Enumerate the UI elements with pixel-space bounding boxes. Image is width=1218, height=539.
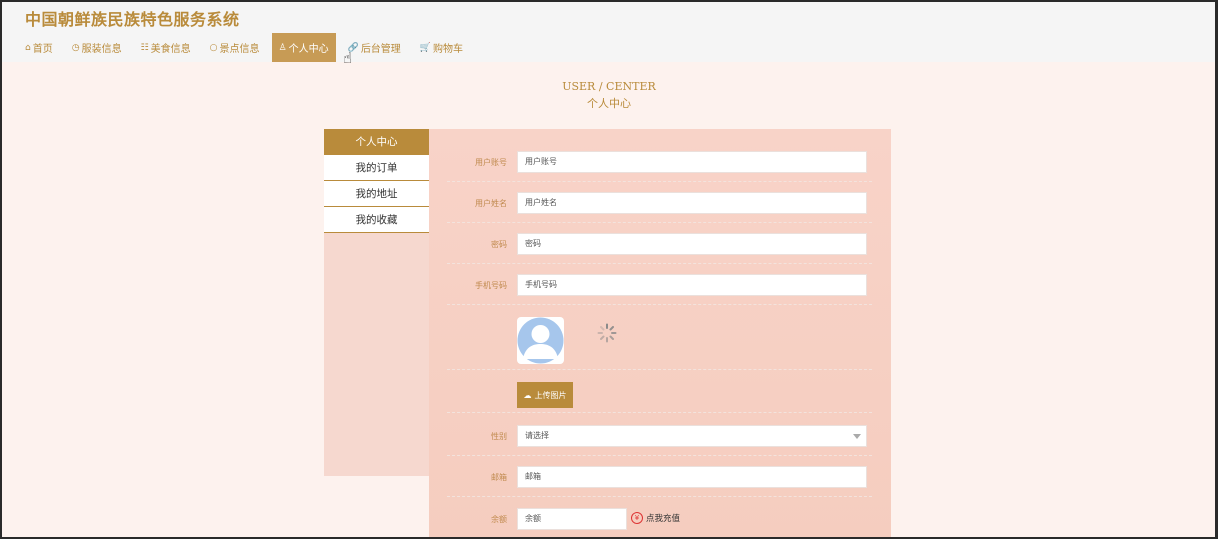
name-input[interactable]: 用户姓名 [517, 192, 867, 214]
password-input[interactable]: 密码 [517, 233, 867, 255]
nav-label: 景点信息 [219, 44, 260, 55]
cloud-upload-icon: ☁ [523, 390, 532, 400]
nav-label: 美食信息 [150, 44, 191, 55]
account-input[interactable]: 用户账号 [517, 151, 867, 173]
nav-item-attractions[interactable]: ○ 景点信息 [203, 33, 267, 62]
form-row-phone: 手机号码 手机号码 [447, 272, 872, 305]
phone-input[interactable]: 手机号码 [517, 274, 867, 296]
email-input[interactable]: 邮箱 [517, 466, 867, 488]
user-sidebar: 个人中心 我的订单 我的地址 我的收藏 [324, 129, 429, 476]
nav-item-user-center[interactable]: ♙ 个人中心 [271, 33, 336, 62]
section-title: USER / CENTER 个人中心 [0, 80, 1218, 111]
yen-icon: ¥ [631, 512, 643, 524]
user-icon: ♙ [278, 42, 287, 53]
nav-item-clothing[interactable]: ◷ 服装信息 [65, 33, 129, 62]
gender-select[interactable]: 请选择 [517, 425, 867, 447]
sidebar-item-orders[interactable]: 我的订单 [324, 155, 429, 181]
name-label: 用户姓名 [475, 199, 507, 208]
upload-button-label: 上传图片 [534, 390, 567, 400]
email-label: 邮箱 [491, 473, 507, 482]
nav-label: 个人中心 [288, 44, 329, 55]
form-row-password: 密码 密码 [447, 231, 872, 264]
upload-image-button[interactable]: ☁ 上传图片 [517, 382, 573, 408]
balance-label: 余额 [491, 515, 507, 524]
account-label: 用户账号 [475, 158, 507, 167]
form-row-avatar [447, 305, 872, 370]
profile-form: 用户账号 用户账号 用户姓名 用户姓名 密码 密码 手机号码 手机号码 性别 请… [429, 129, 891, 539]
main-nav: ⌂ 首页 ◷ 服装信息 ☷ 美食信息 ○ 景点信息 ♙ 个人中心 🔗 后台管理 … [18, 33, 475, 62]
nav-label: 首页 [32, 44, 53, 55]
chevron-down-icon [853, 434, 861, 439]
password-label: 密码 [491, 240, 507, 249]
section-title-cn: 个人中心 [587, 97, 631, 110]
phone-label: 手机号码 [475, 281, 507, 290]
nav-item-food[interactable]: ☷ 美食信息 [134, 33, 198, 62]
loading-spinner-icon [597, 323, 617, 343]
home-icon: ⌂ [25, 42, 31, 53]
circle-icon: ○ [209, 42, 218, 53]
user-avatar-icon [517, 317, 564, 364]
nav-item-cart[interactable]: 🛒 购物车 [413, 33, 470, 62]
nav-label: 服装信息 [81, 44, 122, 55]
cart-icon: 🛒 [419, 42, 432, 53]
avatar [517, 317, 564, 364]
grid-icon: ☷ [140, 42, 149, 53]
balance-input[interactable]: 余额 [517, 508, 627, 530]
sidebar-item-favorites[interactable]: 我的收藏 [324, 207, 429, 233]
section-title-en: USER / CENTER [562, 80, 656, 93]
form-row-upload [447, 370, 872, 413]
form-row-account: 用户账号 用户账号 [447, 149, 872, 182]
recharge-label: 点我充值 [646, 514, 681, 524]
recharge-link[interactable]: ¥ 点我充值 [631, 512, 680, 524]
nav-item-home[interactable]: ⌂ 首页 [18, 33, 60, 62]
sidebar-item-addresses[interactable]: 我的地址 [324, 181, 429, 207]
sidebar-item-user-center[interactable]: 个人中心 [324, 129, 429, 155]
hand-cursor-icon: ☝ [343, 49, 353, 67]
nav-label: 购物车 [433, 44, 464, 55]
form-row-gender: 性别 请选择 [447, 421, 872, 456]
header: 中国朝鲜族民族特色服务系统 ⌂ 首页 ◷ 服装信息 ☷ 美食信息 ○ 景点信息 … [0, 0, 1218, 62]
form-row-name: 用户姓名 用户姓名 [447, 190, 872, 223]
clock-icon: ◷ [71, 42, 80, 53]
gender-select-value: 请选择 [525, 431, 549, 440]
gender-label: 性别 [491, 432, 507, 441]
site-title: 中国朝鲜族民族特色服务系统 [25, 10, 240, 29]
form-row-email: 邮箱 邮箱 [447, 462, 872, 497]
nav-label: 后台管理 [360, 44, 401, 55]
